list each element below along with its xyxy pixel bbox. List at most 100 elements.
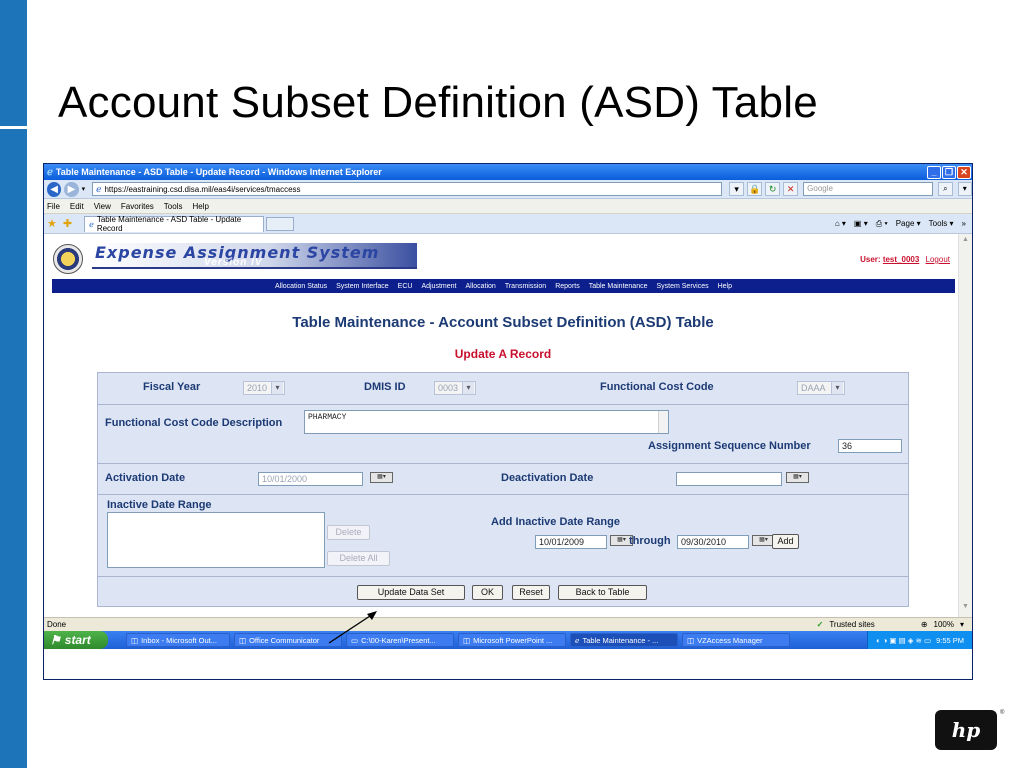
form-section-actions: Update Data Set OK Reset Back to Table	[98, 577, 908, 607]
address-dropdown-icon[interactable]: ▾	[729, 182, 745, 196]
nav-adjustment[interactable]: Adjustment	[421, 283, 456, 290]
task-ie[interactable]: ℯ Table Maintenance - ...	[570, 633, 678, 647]
menu-favorites[interactable]: Favorites	[121, 202, 154, 211]
home-icon[interactable]: ⌂ ▾	[835, 219, 846, 228]
fcc-select[interactable]: DAAA	[797, 381, 845, 395]
slide-accent-bar	[0, 0, 27, 768]
menu-help[interactable]: Help	[192, 202, 208, 211]
tab-label: Table Maintenance - ASD Table - Update R…	[96, 215, 242, 233]
textarea-scrollbar[interactable]	[658, 411, 668, 433]
page-title: Table Maintenance - Account Subset Defin…	[292, 314, 714, 331]
add-favorites-icon[interactable]: ✚	[63, 217, 72, 230]
fcc-desc-textarea[interactable]: PHARMACY	[304, 410, 669, 434]
menu-edit[interactable]: Edit	[70, 202, 84, 211]
task-vzaccess[interactable]: ◫ VZAccess Manager	[682, 633, 790, 647]
task-powerpoint[interactable]: ◫ Microsoft PowerPoint ...	[458, 633, 566, 647]
url-text: https://eastraining.csd.disa.mil/eas4i/s…	[104, 184, 301, 194]
user-info: User: test_0003 Logout	[860, 255, 950, 264]
history-dropdown-icon[interactable]: ▾	[82, 185, 86, 193]
tab-current[interactable]: ℯ Table Maintenance - ASD Table - Update…	[84, 215, 265, 233]
new-tab-button[interactable]	[266, 216, 295, 231]
nav-system-interface[interactable]: System Interface	[336, 283, 389, 290]
more-chevron-icon[interactable]: »	[962, 219, 966, 228]
slide-accent-tick	[0, 126, 27, 129]
delete-all-button[interactable]: Delete All	[327, 551, 390, 566]
back-icon[interactable]: ◀	[47, 181, 62, 197]
nav-ecu[interactable]: ECU	[398, 283, 413, 290]
outlook-icon: ◫	[131, 635, 139, 645]
menu-file[interactable]: File	[47, 202, 60, 211]
page-menu[interactable]: Page ▾	[896, 219, 921, 228]
maximize-button[interactable]: ❐	[942, 165, 956, 179]
activation-label: Activation Date	[105, 472, 186, 484]
nav-table-maintenance[interactable]: Table Maintenance	[589, 283, 648, 290]
search-icon[interactable]: ⌕	[938, 182, 953, 196]
range-from-input[interactable]: 10/01/2009	[535, 535, 607, 549]
task-label: Inbox - Microsoft Out...	[141, 635, 217, 645]
refresh-icon[interactable]: ↻	[765, 182, 781, 196]
update-data-set-button[interactable]: Update Data Set	[357, 585, 465, 600]
tray-icons[interactable]: ◐ ◑ ▣ ▤ ◈ ≋ ▭	[876, 636, 931, 645]
zoom-icon[interactable]: ⊕	[921, 620, 928, 629]
page-icon: ℯ	[96, 183, 102, 194]
fiscal-year-select[interactable]: 2010	[243, 381, 285, 395]
delete-button[interactable]: Delete	[327, 525, 370, 540]
tools-menu[interactable]: Tools ▾	[929, 219, 954, 228]
nav-reports[interactable]: Reports	[555, 283, 580, 290]
dmis-id-select[interactable]: 0003	[434, 381, 476, 395]
inactive-range-list[interactable]	[107, 512, 325, 568]
zone-info: ✓ Trusted sites ⊕ 100% ▾	[817, 620, 972, 629]
user-link[interactable]: test_0003	[883, 255, 919, 264]
menu-view[interactable]: View	[94, 202, 111, 211]
lock-icon[interactable]: 🔒	[747, 182, 763, 196]
menu-tools[interactable]: Tools	[164, 202, 183, 211]
logout-link[interactable]: Logout	[926, 255, 950, 264]
page-scrollbar[interactable]: ▲ ▼	[958, 234, 972, 617]
search-input[interactable]: Google	[803, 182, 934, 196]
close-button[interactable]: ✕	[957, 165, 971, 179]
slide: Account Subset Definition (ASD) Table ℯ …	[0, 0, 1024, 768]
nav-allocation-status[interactable]: Allocation Status	[275, 283, 327, 290]
page-viewport: Expense Assignment System Version IV Use…	[44, 234, 972, 617]
powerpoint-icon: ◫	[463, 635, 471, 645]
through-label: through	[629, 535, 671, 547]
nav-help[interactable]: Help	[718, 283, 732, 290]
minimize-button[interactable]: _	[927, 165, 941, 179]
feeds-icon[interactable]: ▣ ▾	[854, 219, 868, 228]
activation-calendar-icon[interactable]: ▦▾	[370, 472, 393, 483]
inactive-range-label: Inactive Date Range	[107, 499, 212, 511]
fcc-desc-text: PHARMACY	[308, 413, 347, 422]
eas-banner: Expense Assignment System Version IV	[92, 243, 417, 269]
print-icon[interactable]: ⎙ ▾	[876, 219, 888, 229]
reset-button[interactable]: Reset	[512, 585, 550, 600]
seq-input[interactable]: 36	[838, 439, 902, 453]
zoom-level[interactable]: 100%	[934, 620, 954, 629]
forward-icon[interactable]: ▶	[64, 181, 79, 197]
back-to-table-button[interactable]: Back to Table	[558, 585, 647, 600]
task-outlook[interactable]: ◫ Inbox - Microsoft Out...	[126, 633, 230, 647]
user-label: User:	[860, 255, 881, 264]
start-label: start	[64, 633, 91, 647]
search-options-icon[interactable]: ▾	[957, 182, 972, 196]
activation-input[interactable]: 10/01/2000	[258, 472, 363, 486]
nav-transmission[interactable]: Transmission	[505, 283, 546, 290]
range-to-input[interactable]: 09/30/2010	[677, 535, 749, 549]
address-tools: ▾ 🔒 ↻ ✕	[729, 182, 799, 196]
status-bar: Done ✓ Trusted sites ⊕ 100% ▾	[44, 617, 972, 631]
nav-system-services[interactable]: System Services	[656, 283, 708, 290]
favorites-star-icon[interactable]: ★	[47, 217, 57, 230]
nav-allocation[interactable]: Allocation	[465, 283, 495, 290]
zoom-dropdown-icon[interactable]: ▾	[960, 620, 964, 629]
ok-button[interactable]: OK	[472, 585, 503, 600]
deactivation-input[interactable]	[676, 472, 782, 486]
address-input[interactable]: ℯ https://eastraining.csd.disa.mil/eas4i…	[92, 182, 723, 196]
stop-icon[interactable]: ✕	[783, 182, 799, 196]
start-button[interactable]: ⚑ start	[44, 631, 108, 649]
seq-label: Assignment Sequence Number	[648, 440, 811, 452]
add-range-button[interactable]: Add	[772, 534, 799, 549]
deactivation-calendar-icon[interactable]: ▦▾	[786, 472, 809, 483]
task-label: Office Communicator	[249, 635, 320, 645]
scroll-down-icon[interactable]: ▼	[960, 603, 971, 615]
app-nav: Allocation Status System Interface ECU A…	[52, 279, 955, 293]
scroll-up-icon[interactable]: ▲	[960, 236, 971, 248]
